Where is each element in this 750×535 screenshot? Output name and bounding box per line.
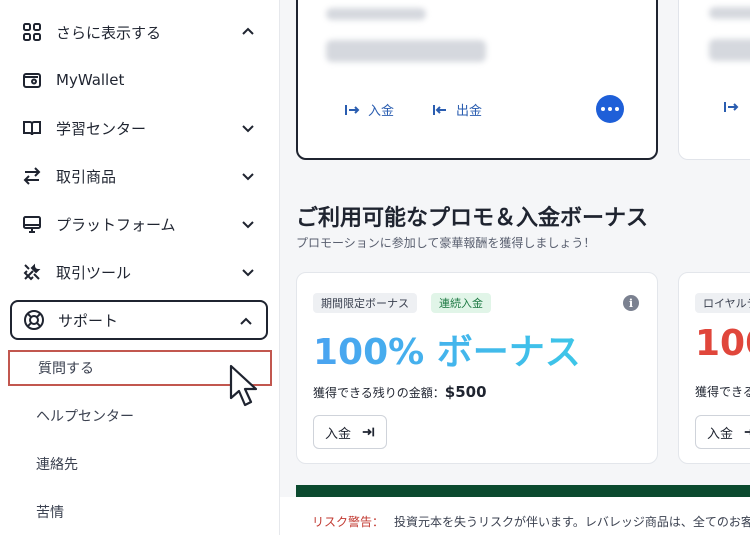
- main-content: 入金 出金 ご利用可能なプロモ＆入金ボーナス プロモーションに参加して豪華報酬を…: [280, 0, 750, 535]
- chevron-down-icon: [242, 173, 254, 181]
- sidebar-item-label: サポート: [58, 311, 119, 330]
- badge-consecutive-deposit: 連続入金: [431, 293, 491, 313]
- sidebar-item-learning-center[interactable]: 学習センター: [10, 108, 268, 148]
- sidebar-item-support[interactable]: サポート: [10, 300, 268, 340]
- dot-icon: [615, 107, 619, 111]
- sidebar: さらに表示する MyWallet 学習センター 取引商品 プラットフォーム 取引: [0, 0, 280, 535]
- sidebar-item-label: 取引商品: [56, 167, 117, 186]
- promo-title: 100: [695, 323, 750, 364]
- grid-icon: [20, 20, 44, 44]
- promo-deposit-button[interactable]: 入金: [695, 415, 750, 449]
- badge-loyalty: ロイヤルテ: [695, 293, 750, 313]
- arrow-right-bar-icon: [362, 427, 375, 437]
- promos-title: ご利用可能なプロモ＆入金ボーナス: [296, 206, 649, 231]
- dot-icon: [601, 107, 605, 111]
- badge-limited-time: 期間限定ボーナス: [313, 293, 417, 313]
- book-icon: [20, 116, 44, 140]
- promo-deposit-label: 入金: [706, 425, 733, 441]
- risk-warning: リスク警告： 投資元本を失うリスクが伴います。レバレッジ商品は、全てのお客様: [280, 497, 750, 535]
- promo-deposit-button[interactable]: 入金: [313, 415, 387, 449]
- sidebar-item-label: プラットフォーム: [56, 215, 176, 234]
- support-sub-complaints[interactable]: 苦情: [8, 494, 272, 530]
- promo-remaining-label: 獲得できる残: [695, 385, 750, 399]
- risk-warning-text: 投資元本を失うリスクが伴います。レバレッジ商品は、全てのお客様: [394, 515, 750, 529]
- mouse-cursor-icon: [229, 364, 258, 407]
- promo-remaining-value: $500: [444, 383, 487, 401]
- promo-remaining-label: 獲得できる残りの金額：: [313, 386, 445, 400]
- arrow-right-bar-icon: [345, 104, 360, 115]
- chevron-down-icon: [242, 221, 254, 229]
- arrow-left-bar-icon: [433, 104, 446, 115]
- promos-subtitle: プロモーションに参加して豪華報酬を獲得しましょう！: [296, 236, 596, 250]
- wallet-icon: [20, 68, 44, 92]
- wallet-card[interactable]: 入金 出金: [296, 0, 658, 160]
- chevron-up-icon: [242, 27, 254, 35]
- lifebuoy-icon: [22, 308, 46, 332]
- sidebar-item-mywallet[interactable]: MyWallet: [10, 60, 268, 100]
- promo-deposit-label: 入金: [324, 425, 351, 441]
- deposit-label: 入金: [368, 104, 395, 119]
- chevron-up-icon: [240, 317, 252, 325]
- more-options-button[interactable]: [596, 95, 624, 123]
- promo-remaining: 獲得できる残りの金額：$500: [313, 383, 487, 401]
- deposit-link[interactable]: 入金: [344, 100, 394, 119]
- deposit-link[interactable]: [723, 99, 739, 115]
- sidebar-item-label: 学習センター: [56, 119, 147, 138]
- promo-title: 100% ボーナス: [313, 323, 581, 375]
- blurred-balance: [709, 39, 750, 61]
- info-icon[interactable]: i: [623, 295, 639, 311]
- promo-card-secondary: ロイヤルテ 100 獲得できる残 入金: [678, 272, 750, 464]
- arrow-right-bar-icon: [724, 102, 739, 112]
- arrow-right-bar-icon: [744, 429, 750, 435]
- support-sub-contact[interactable]: 連絡先: [8, 446, 272, 482]
- green-banner: [296, 485, 750, 497]
- sidebar-item-trading-products[interactable]: 取引商品: [10, 156, 268, 196]
- monitor-icon: [20, 212, 44, 236]
- sidebar-item-label: 取引ツール: [56, 263, 132, 282]
- risk-warning-label: リスク警告：: [312, 515, 385, 529]
- sidebar-item-label: MyWallet: [56, 71, 125, 89]
- chevron-down-icon: [242, 125, 254, 133]
- sidebar-item-label: さらに表示する: [56, 23, 162, 42]
- tools-icon: [20, 260, 44, 284]
- chevron-down-icon: [242, 269, 254, 277]
- blurred-account-name: [326, 8, 426, 20]
- sidebar-item-platform[interactable]: プラットフォーム: [10, 204, 268, 244]
- withdraw-link[interactable]: 出金: [432, 100, 482, 119]
- withdraw-label: 出金: [456, 104, 483, 119]
- wallet-card-secondary[interactable]: [678, 0, 750, 160]
- sidebar-item-show-more[interactable]: さらに表示する: [10, 12, 268, 52]
- blurred-account-name: [709, 7, 750, 19]
- promo-card: 期間限定ボーナス 連続入金 i 100% ボーナス 獲得できる残りの金額：$50…: [296, 272, 658, 464]
- swap-icon: [20, 164, 44, 188]
- blurred-balance: [326, 40, 486, 62]
- sidebar-item-trading-tools[interactable]: 取引ツール: [10, 252, 268, 292]
- dot-icon: [608, 107, 612, 111]
